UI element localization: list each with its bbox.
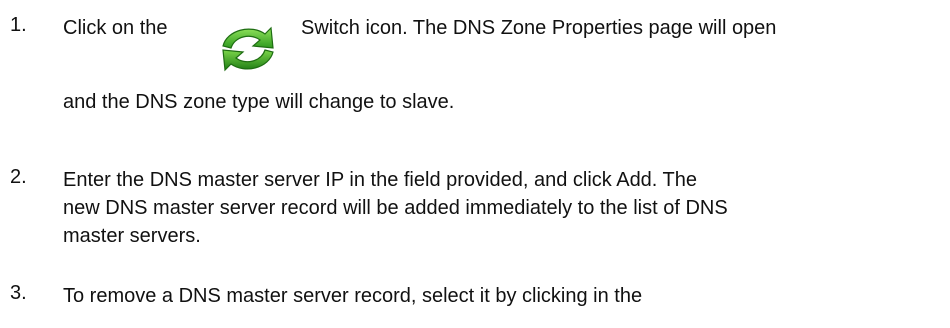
step-text-before-icon: Click on the bbox=[63, 17, 168, 39]
step-text-line: master servers. bbox=[63, 225, 201, 247]
step-text: To remove a DNS master server record, se… bbox=[63, 282, 943, 310]
step-text-line: new DNS master server record will be add… bbox=[63, 197, 728, 219]
switch-icon bbox=[211, 18, 285, 80]
step-number: 2. bbox=[10, 166, 27, 188]
step-text-line: Enter the DNS master server IP in the fi… bbox=[63, 169, 698, 191]
step-text-line: and the DNS zone type will change to sla… bbox=[63, 91, 455, 113]
step-text-after-icon: Switch icon. The DNS Zone Properties pag… bbox=[301, 17, 777, 39]
switch-icon-graphic bbox=[222, 26, 274, 72]
step-text-line: To remove a DNS master server record, se… bbox=[63, 285, 643, 307]
step-text: Enter the DNS master server IP in the fi… bbox=[63, 166, 943, 250]
step-number: 3. bbox=[10, 282, 27, 304]
step-number: 1. bbox=[10, 14, 27, 36]
